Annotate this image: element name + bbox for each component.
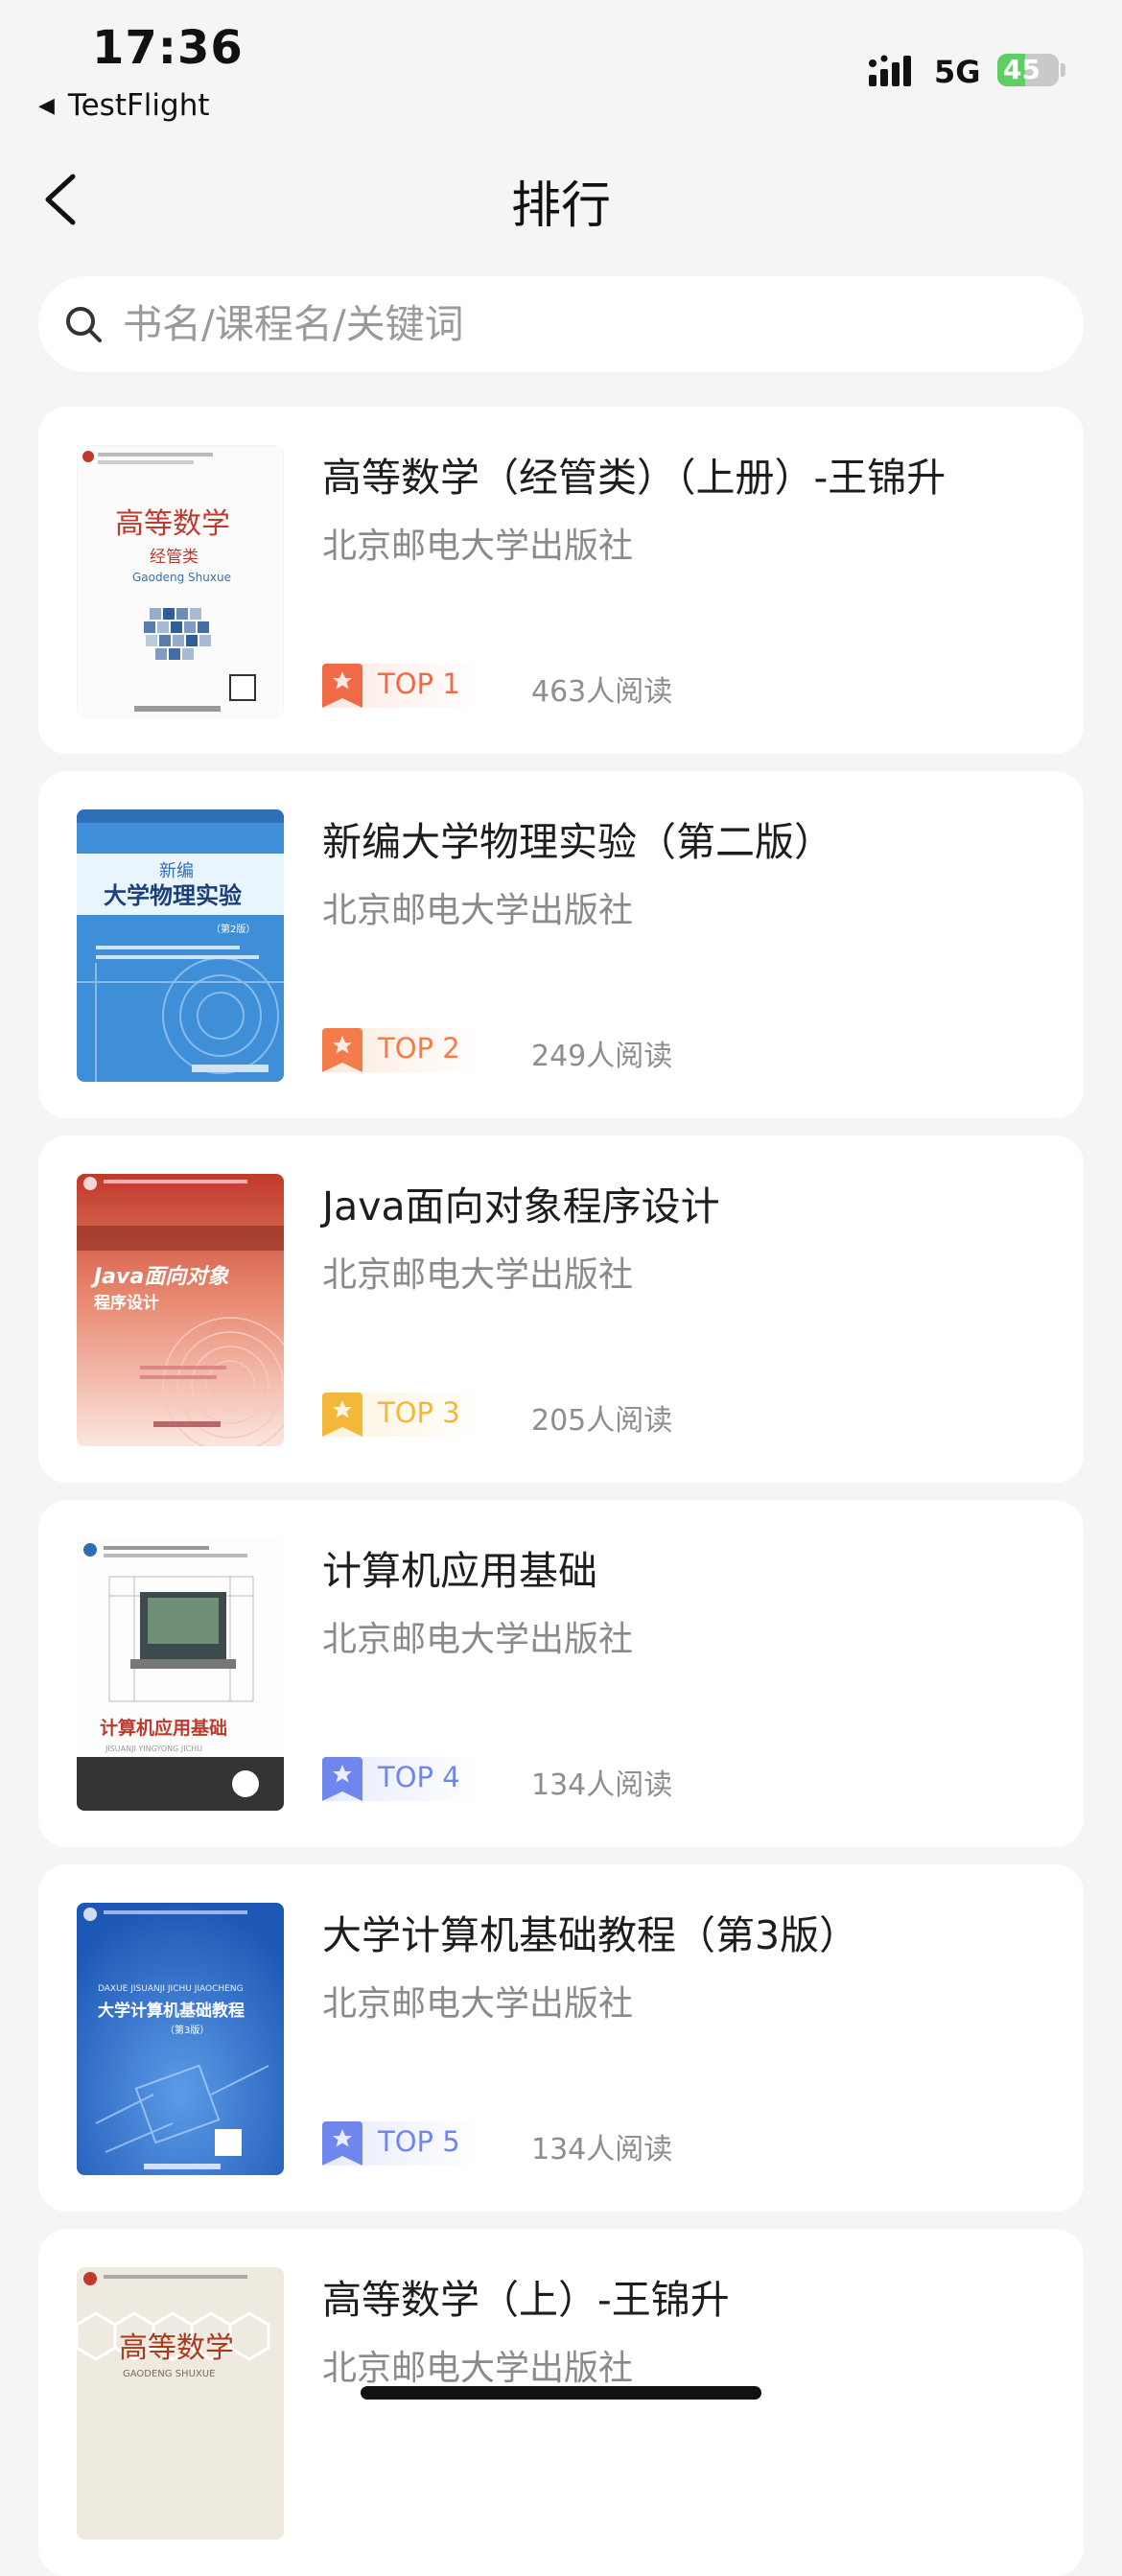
book-cover-image[interactable]: 高等数学 经管类 Gaodeng Shuxue bbox=[77, 445, 284, 717]
book-cover-art: DAXUE JISUANJI JICHU JIAOCHENG 大学计算机基础教程… bbox=[77, 1903, 284, 2175]
book-title[interactable]: 新编大学物理实验（第二版） bbox=[322, 809, 833, 867]
read-count: 463人阅读 bbox=[531, 675, 673, 709]
read-count: 134人阅读 bbox=[531, 2133, 673, 2166]
svg-text:JISUANJI YINGYONG JICHU: JISUANJI YINGYONG JICHU bbox=[105, 1745, 202, 1753]
book-publisher: 北京邮电大学出版社 bbox=[322, 1620, 634, 1659]
book-publisher: 北京邮电大学出版社 bbox=[322, 527, 634, 566]
rank-badge: TOP 4 bbox=[322, 1757, 481, 1801]
search-input[interactable] bbox=[121, 300, 988, 348]
back-triangle-icon: ◀ bbox=[38, 93, 55, 118]
book-title[interactable]: Java面向对象程序设计 bbox=[322, 1174, 720, 1231]
battery-level-text: 45 bbox=[1003, 54, 1040, 85]
book-cover-image[interactable]: 高等数学 GAODENG SHUXUE bbox=[77, 2267, 284, 2540]
svg-text:计算机应用基础: 计算机应用基础 bbox=[100, 1717, 227, 1739]
svg-text:程序设计: 程序设计 bbox=[94, 1293, 159, 1313]
book-cover-art: Java面向对象 程序设计 bbox=[77, 1174, 284, 1446]
book-cover-image[interactable]: 计算机应用基础 JISUANJI YINGYONG JICHU bbox=[77, 1538, 284, 1811]
book-cover-image[interactable]: 新编 大学物理实验 （第2版） bbox=[77, 809, 284, 1082]
book-card[interactable]: 计算机应用基础 JISUANJI YINGYONG JICHU 计算机应用基础北… bbox=[38, 1500, 1084, 1847]
battery-tip bbox=[1061, 63, 1065, 77]
svg-text:大学计算机基础教程: 大学计算机基础教程 bbox=[98, 2001, 245, 2021]
book-card[interactable]: 新编 大学物理实验 （第2版） 新编大学物理实验（第二版） 北京邮电大学出版社 TO… bbox=[38, 771, 1084, 1118]
book-publisher: 北京邮电大学出版社 bbox=[322, 891, 634, 930]
book-cover-art: 高等数学 经管类 Gaodeng Shuxue bbox=[77, 445, 284, 717]
book-title[interactable]: 高等数学（上）-王锦升 bbox=[322, 2267, 730, 2325]
book-publisher: 北京邮电大学出版社 bbox=[322, 1255, 634, 1295]
svg-text:（第2版）: （第2版） bbox=[211, 923, 255, 935]
rank-ribbon-icon bbox=[322, 2121, 362, 2166]
svg-text:（第3版）: （第3版） bbox=[165, 2024, 209, 2036]
network-type: 5G bbox=[934, 54, 981, 90]
search-icon bbox=[66, 307, 102, 342]
book-card[interactable]: 高等数学 经管类 Gaodeng Shuxue 高等数学（经管类）（上册）-王锦… bbox=[38, 407, 1084, 754]
book-cover-art: 计算机应用基础 JISUANJI YINGYONG JICHU bbox=[77, 1538, 284, 1811]
svg-text:Gaodeng Shuxue: Gaodeng Shuxue bbox=[132, 571, 231, 584]
svg-text:Java面向对象: Java面向对象 bbox=[90, 1264, 229, 1289]
book-cover-image[interactable]: Java面向对象 程序设计 bbox=[77, 1174, 284, 1446]
rank-badge: TOP 5 bbox=[322, 2121, 481, 2166]
svg-text:GAODENG SHUXUE: GAODENG SHUXUE bbox=[123, 2369, 215, 2379]
cellular-signal-icon bbox=[869, 55, 911, 86]
back-to-app-link[interactable]: ◀ TestFlight bbox=[38, 88, 210, 123]
svg-text:新编: 新编 bbox=[159, 861, 194, 881]
rank-badge: TOP 2 bbox=[322, 1028, 481, 1072]
book-publisher: 北京邮电大学出版社 bbox=[322, 2349, 634, 2388]
rank-label: TOP 1 bbox=[378, 667, 460, 700]
book-title[interactable]: 高等数学（经管类）（上册）-王锦升 bbox=[322, 445, 946, 503]
svg-text:高等数学: 高等数学 bbox=[119, 2331, 234, 2365]
rank-label: TOP 5 bbox=[378, 2125, 460, 2158]
book-cover-art: 高等数学 GAODENG SHUXUE bbox=[77, 2267, 284, 2540]
svg-text:DAXUE JISUANJI JICHU JIAOCHENG: DAXUE JISUANJI JICHU JIAOCHENG bbox=[98, 1984, 244, 1994]
battery-icon: 45 bbox=[997, 54, 1059, 86]
svg-text:经管类: 经管类 bbox=[150, 548, 199, 567]
rank-label: TOP 3 bbox=[378, 1396, 460, 1429]
book-title[interactable]: 计算机应用基础 bbox=[322, 1538, 597, 1596]
book-cover-image[interactable]: DAXUE JISUANJI JICHU JIAOCHENG 大学计算机基础教程… bbox=[77, 1903, 284, 2175]
cover-title: 高等数学 bbox=[115, 507, 230, 541]
home-indicator[interactable] bbox=[361, 2386, 761, 2400]
read-count: 134人阅读 bbox=[531, 1768, 673, 1802]
status-time: 17:36 bbox=[92, 21, 244, 75]
rank-ribbon-icon bbox=[322, 664, 362, 708]
rank-badge: TOP 1 bbox=[322, 664, 481, 708]
book-cover-art: 新编 大学物理实验 （第2版） bbox=[77, 809, 284, 1082]
status-bar: 17:36 ◀ TestFlight 5G 45 bbox=[0, 0, 1122, 134]
navigation-bar: 排行 bbox=[0, 144, 1122, 249]
svg-text:大学物理实验: 大学物理实验 bbox=[104, 882, 242, 909]
search-bar[interactable] bbox=[38, 276, 1084, 372]
read-count: 205人阅读 bbox=[531, 1404, 673, 1438]
book-card[interactable]: 高等数学 GAODENG SHUXUE 高等数学（上）-王锦升北京邮电大学出版社 bbox=[38, 2229, 1084, 2576]
book-card[interactable]: DAXUE JISUANJI JICHU JIAOCHENG 大学计算机基础教程… bbox=[38, 1864, 1084, 2212]
rank-ribbon-icon bbox=[322, 1393, 362, 1437]
back-app-label: TestFlight bbox=[67, 88, 210, 123]
rank-badge: TOP 3 bbox=[322, 1393, 481, 1437]
rank-ribbon-icon bbox=[322, 1757, 362, 1801]
rank-label: TOP 2 bbox=[378, 1032, 460, 1065]
rank-label: TOP 4 bbox=[378, 1761, 460, 1793]
read-count: 249人阅读 bbox=[531, 1040, 673, 1073]
book-publisher: 北京邮电大学出版社 bbox=[322, 1984, 634, 2024]
rank-ribbon-icon bbox=[322, 1028, 362, 1072]
page-title: 排行 bbox=[510, 177, 611, 235]
book-title[interactable]: 大学计算机基础教程（第3版） bbox=[322, 1903, 858, 1960]
book-card[interactable]: Java面向对象 程序设计 Java面向对象程序设计 北京邮电大学出版社 TOP 3… bbox=[38, 1136, 1084, 1483]
